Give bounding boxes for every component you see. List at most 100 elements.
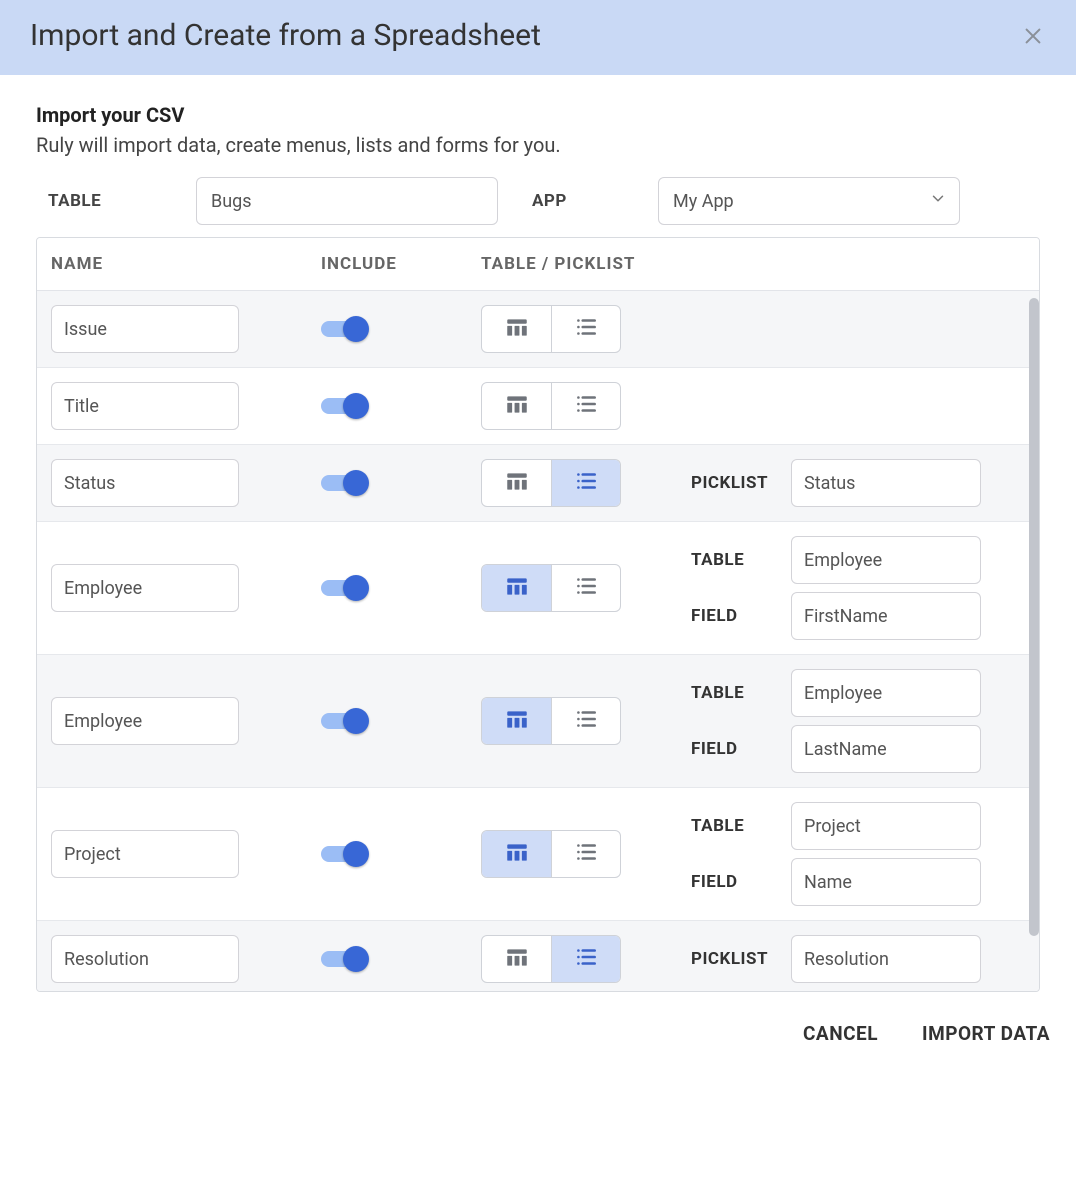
- app-select-value: My App: [673, 191, 734, 212]
- type-table-button[interactable]: [482, 383, 551, 429]
- type-table-button[interactable]: [482, 460, 551, 506]
- section-description: Ruly will import data, create menus, lis…: [36, 133, 1040, 157]
- type-picklist-button[interactable]: [551, 698, 620, 744]
- column-name-value: Employee: [64, 711, 142, 732]
- type-table-button[interactable]: [482, 306, 551, 352]
- row-detail: TABLEEmployeeFIELDFirstName: [691, 536, 1025, 640]
- table-name-value: Bugs: [211, 191, 252, 212]
- app-select[interactable]: My App: [658, 177, 960, 225]
- table-row: Issue: [37, 291, 1039, 368]
- table-ref-input[interactable]: Project: [791, 802, 981, 850]
- column-name-value: Resolution: [64, 949, 149, 970]
- field-ref-value: LastName: [804, 739, 887, 760]
- picklist-value: Resolution: [804, 949, 889, 970]
- list-icon: [573, 573, 599, 603]
- table-row: Project TABLEProjectFIELDName: [37, 788, 1039, 921]
- type-segmented: [481, 459, 621, 507]
- type-table-button[interactable]: [482, 936, 551, 982]
- type-picklist-button[interactable]: [551, 306, 620, 352]
- type-table-button[interactable]: [482, 698, 551, 744]
- col-header-name: NAME: [51, 254, 321, 274]
- column-name-input[interactable]: Project: [51, 830, 239, 878]
- include-toggle[interactable]: [321, 946, 369, 972]
- import-data-button[interactable]: IMPORT DATA: [922, 1022, 1050, 1045]
- column-name-value: Employee: [64, 578, 142, 599]
- list-icon: [573, 944, 599, 974]
- table-ref-value: Employee: [804, 683, 882, 704]
- type-segmented: [481, 382, 621, 430]
- table-icon: [504, 468, 530, 498]
- table-icon: [504, 314, 530, 344]
- column-name-input[interactable]: Title: [51, 382, 239, 430]
- col-header-type: TABLE / PICKLIST: [481, 254, 691, 274]
- row-detail: PICKLIST Resolution: [691, 935, 1025, 983]
- table-icon: [504, 573, 530, 603]
- dialog-title: Import and Create from a Spreadsheet: [30, 18, 541, 53]
- table-ref-label: TABLE: [691, 683, 791, 703]
- table-ref-label: TABLE: [691, 816, 791, 836]
- table-row: Title: [37, 368, 1039, 445]
- type-table-button[interactable]: [482, 565, 551, 611]
- table-row: Employee TABLE Employee FIELD LastName: [37, 655, 1039, 788]
- type-segmented: [481, 305, 621, 353]
- table-row: Resolution PICKLIST Resolution: [37, 921, 1039, 991]
- include-toggle[interactable]: [321, 470, 369, 496]
- table-ref-input[interactable]: Employee: [791, 536, 981, 584]
- table-row: Employee TABLEEmployeeFIELDFirstName: [37, 522, 1039, 655]
- table-icon: [504, 839, 530, 869]
- table-icon: [504, 391, 530, 421]
- field-ref-label: FIELD: [691, 606, 791, 626]
- include-toggle[interactable]: [321, 708, 369, 734]
- picklist-input[interactable]: Status: [791, 459, 981, 507]
- table-icon: [504, 944, 530, 974]
- column-name-input[interactable]: Resolution: [51, 935, 239, 983]
- dialog-titlebar: Import and Create from a Spreadsheet: [0, 0, 1076, 75]
- include-toggle[interactable]: [321, 841, 369, 867]
- cancel-button[interactable]: CANCEL: [803, 1022, 878, 1045]
- table-ref-input[interactable]: Employee: [791, 669, 981, 717]
- type-picklist-button[interactable]: [551, 936, 620, 982]
- section-heading: Import your CSV: [36, 103, 1040, 127]
- type-picklist-button[interactable]: [551, 460, 620, 506]
- table-ref-value: Project: [804, 816, 861, 837]
- table-row: Status PICKLISTStatus: [37, 445, 1039, 522]
- table-label: TABLE: [36, 191, 196, 211]
- picklist-label: PICKLIST: [691, 949, 791, 969]
- field-ref-input[interactable]: Name: [791, 858, 981, 906]
- scrollbar[interactable]: [1029, 298, 1039, 991]
- scrollbar-thumb[interactable]: [1029, 298, 1039, 936]
- picklist-input[interactable]: Resolution: [791, 935, 981, 983]
- include-toggle[interactable]: [321, 575, 369, 601]
- field-ref-input[interactable]: FirstName: [791, 592, 981, 640]
- column-name-value: Project: [64, 844, 121, 865]
- list-icon: [573, 314, 599, 344]
- column-name-value: Status: [64, 473, 115, 494]
- column-name-input[interactable]: Employee: [51, 564, 239, 612]
- type-segmented: [481, 564, 621, 612]
- type-picklist-button[interactable]: [551, 383, 620, 429]
- columns-grid: NAME INCLUDE TABLE / PICKLIST Issue Titl…: [36, 237, 1040, 992]
- type-picklist-button[interactable]: [551, 831, 620, 877]
- row-detail: PICKLISTStatus: [691, 459, 1025, 507]
- type-segmented: [481, 697, 621, 745]
- table-name-input[interactable]: Bugs: [196, 177, 498, 225]
- row-detail: TABLEProjectFIELDName: [691, 802, 1025, 906]
- column-name-input[interactable]: Status: [51, 459, 239, 507]
- field-ref-value: Name: [804, 872, 852, 893]
- field-ref-label: FIELD: [691, 739, 791, 759]
- grid-rows: Issue Title Status: [37, 291, 1039, 991]
- table-ref-value: Employee: [804, 550, 882, 571]
- column-name-value: Title: [64, 396, 99, 417]
- field-ref-input[interactable]: LastName: [791, 725, 981, 773]
- column-name-input[interactable]: Employee: [51, 697, 239, 745]
- close-icon[interactable]: [1020, 23, 1046, 49]
- field-ref-value: FirstName: [804, 606, 888, 627]
- type-picklist-button[interactable]: [551, 565, 620, 611]
- dialog-footer: CANCEL IMPORT DATA: [0, 992, 1076, 1075]
- type-table-button[interactable]: [482, 831, 551, 877]
- list-icon: [573, 839, 599, 869]
- include-toggle[interactable]: [321, 316, 369, 342]
- list-icon: [573, 391, 599, 421]
- column-name-input[interactable]: Issue: [51, 305, 239, 353]
- include-toggle[interactable]: [321, 393, 369, 419]
